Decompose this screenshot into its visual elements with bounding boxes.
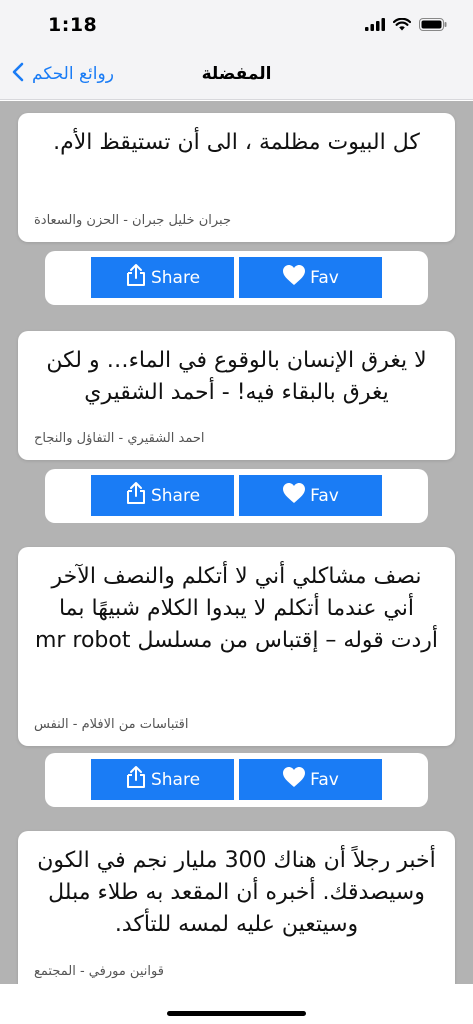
quote-card: كل البيوت مظلمة ، الى أن تستيقظ الأم. جب… <box>18 113 455 242</box>
quote-meta: قوانين مورفي - المجتمع <box>34 964 164 979</box>
share-label: Share <box>150 769 201 790</box>
signal-icon <box>365 16 385 35</box>
share-button[interactable]: Share <box>91 475 234 516</box>
quote-card: نصف مشاكلي أني لا أتكلم والنصف الآخر أني… <box>18 547 455 746</box>
quote-card: أخبر رجلاً أن هناك 300 مليار نجم في الكو… <box>18 831 455 984</box>
favorites-list[interactable]: كل البيوت مظلمة ، الى أن تستيقظ الأم. جب… <box>0 101 473 984</box>
quote-text: كل البيوت مظلمة ، الى أن تستيقظ الأم. <box>53 130 420 155</box>
wifi-icon <box>392 16 412 35</box>
status-icons <box>365 16 447 35</box>
battery-icon <box>419 16 447 35</box>
quote-actions: Share Fav <box>45 753 428 807</box>
fav-label: Fav <box>310 769 339 790</box>
fav-label: Fav <box>310 485 339 506</box>
home-indicator[interactable] <box>167 1011 306 1016</box>
fav-label: Fav <box>310 267 339 288</box>
fav-button[interactable]: Fav <box>239 257 382 298</box>
quote-text: لا يغرق الإنسان بالوقوع في الماء… و لكن … <box>46 348 427 405</box>
quote-actions: Share Fav <box>45 469 428 523</box>
quote-actions: Share Fav <box>45 251 428 305</box>
share-icon <box>125 263 147 292</box>
share-label: Share <box>150 485 201 506</box>
quote-text: نصف مشاكلي أني لا أتكلم والنصف الآخر أني… <box>34 564 439 653</box>
status-bar: 1:18 <box>0 0 473 52</box>
quote-meta: احمد الشقيري - التفاؤل والنجاح <box>34 431 205 446</box>
share-icon <box>125 765 147 794</box>
share-icon <box>125 481 147 510</box>
status-time: 1:18 <box>48 14 98 36</box>
quote-card: لا يغرق الإنسان بالوقوع في الماء… و لكن … <box>18 331 455 460</box>
quote-text: أخبر رجلاً أن هناك 300 مليار نجم في الكو… <box>37 848 436 937</box>
fav-button[interactable]: Fav <box>239 759 382 800</box>
share-button[interactable]: Share <box>91 759 234 800</box>
fav-button[interactable]: Fav <box>239 475 382 516</box>
heart-icon <box>282 482 306 509</box>
quote-meta: اقتباسات من الافلام - النفس <box>34 717 189 732</box>
page-title: المفضلة <box>201 64 272 84</box>
navigation-bar: روائع الحكم المفضلة <box>0 52 473 100</box>
home-indicator-area <box>0 984 473 1024</box>
share-label: Share <box>150 267 201 288</box>
share-button[interactable]: Share <box>91 257 234 298</box>
quote-meta: جبران خليل جبران - الحزن والسعادة <box>34 213 232 228</box>
heart-icon <box>282 766 306 793</box>
heart-icon <box>282 264 306 291</box>
